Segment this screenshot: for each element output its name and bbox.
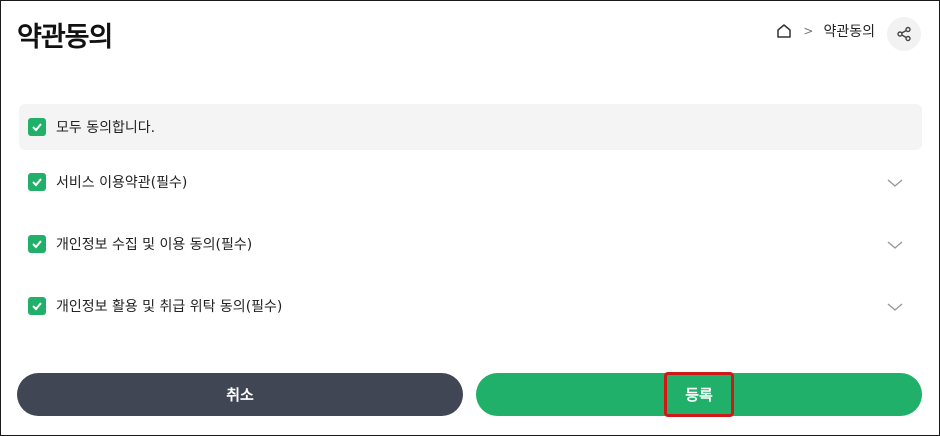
breadcrumb-current: 약관동의 bbox=[823, 24, 875, 40]
check-icon bbox=[32, 240, 42, 249]
term-row-privacy-consignment[interactable]: 개인정보 활용 및 취급 위탁 동의(필수) bbox=[19, 286, 922, 326]
chevron-down-icon[interactable] bbox=[886, 236, 904, 254]
term-label: 서비스 이용약관(필수) bbox=[56, 175, 188, 191]
cancel-button[interactable]: 취소 bbox=[17, 373, 463, 416]
term-checkbox[interactable] bbox=[28, 235, 46, 253]
term-row-service[interactable]: 서비스 이용약관(필수) bbox=[19, 162, 922, 202]
term-checkbox[interactable] bbox=[28, 297, 46, 315]
chevron-down-icon[interactable] bbox=[886, 298, 904, 316]
check-icon bbox=[32, 302, 42, 311]
term-checkbox[interactable] bbox=[28, 173, 46, 191]
agree-all-label: 모두 동의합니다. bbox=[56, 120, 156, 136]
chevron-down-icon[interactable] bbox=[886, 174, 904, 192]
submit-button[interactable]: 등록 bbox=[476, 373, 922, 416]
agree-all-row[interactable]: 모두 동의합니다. bbox=[19, 104, 922, 150]
share-icon bbox=[896, 26, 912, 42]
check-icon bbox=[32, 178, 42, 187]
agree-all-checkbox[interactable] bbox=[28, 118, 46, 136]
term-label: 개인정보 활용 및 취급 위탁 동의(필수) bbox=[56, 299, 283, 315]
share-button[interactable] bbox=[887, 17, 921, 51]
page-frame: 약관동의 > 약관동의 모두 동의합니다. 서비스 이용약관(필수) 개인정보 … bbox=[0, 0, 940, 436]
home-icon[interactable] bbox=[775, 22, 793, 40]
term-label: 개인정보 수집 및 이용 동의(필수) bbox=[56, 237, 253, 253]
page-title: 약관동의 bbox=[17, 22, 113, 53]
breadcrumb: > 약관동의 bbox=[775, 21, 875, 41]
check-icon bbox=[32, 123, 42, 132]
breadcrumb-separator: > bbox=[803, 24, 814, 38]
term-row-privacy-collection[interactable]: 개인정보 수집 및 이용 동의(필수) bbox=[19, 224, 922, 264]
